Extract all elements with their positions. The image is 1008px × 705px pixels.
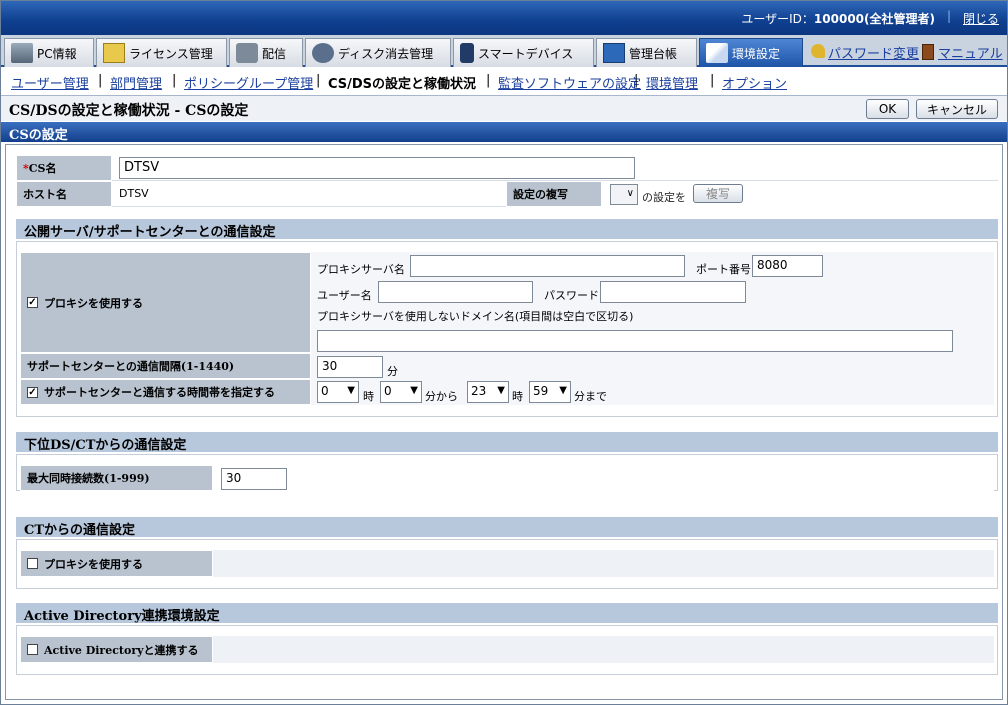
subnav-user-mgmt[interactable]: ユーザー管理 — [11, 73, 89, 92]
ct-use-proxy-row: プロキシを使用する — [20, 550, 213, 577]
key-icon — [811, 44, 825, 58]
password-change-link[interactable]: パスワード変更 — [828, 43, 919, 62]
sub-navigation: ユーザー管理 | 部門管理 | ポリシーグループ管理 | CS/DSの設定と稼働… — [11, 73, 788, 92]
page-title: CS/DSの設定と稼働状況 - CSの設定 — [9, 103, 249, 119]
proxy-server-input[interactable] — [410, 255, 685, 277]
ct-section-title: CTからの通信設定 — [16, 517, 998, 538]
smartphone-icon — [460, 43, 474, 63]
host-name-label: ホスト名 — [16, 181, 112, 207]
proxy-user-input[interactable] — [378, 281, 533, 303]
subnav-options[interactable]: オプション — [722, 73, 787, 92]
logout-link[interactable]: 閉じる — [963, 10, 999, 27]
subnav-dept-mgmt[interactable]: 部門管理 — [110, 73, 162, 92]
ad-link-row: Active Directoryと連携する — [20, 636, 213, 663]
cs-name-label: * CS名 — [16, 155, 112, 181]
tab-smart-device[interactable]: スマートデバイス — [453, 38, 594, 67]
from-minute-select[interactable]: 0 ▼ — [380, 381, 422, 403]
tab-license[interactable]: ライセンス管理 — [96, 38, 227, 67]
manual-icon — [922, 44, 934, 60]
distribution-icon — [236, 43, 258, 63]
proxy-password-input[interactable] — [600, 281, 746, 303]
public-server-section-title: 公開サーバ/サポートセンターとの通信設定 — [16, 219, 998, 240]
from-hour-select[interactable]: 0 ▼ — [317, 381, 359, 403]
ad-link-checkbox[interactable] — [27, 644, 38, 655]
manual-link[interactable]: マニュアル — [938, 43, 1003, 62]
ledger-icon — [603, 43, 625, 63]
tab-environment[interactable]: 環境設定 — [699, 38, 803, 67]
host-name-value: DTSV — [119, 187, 149, 200]
chevron-down-icon: ▼ — [497, 385, 505, 396]
to-minute-select[interactable]: 59 ▼ — [529, 381, 571, 403]
app-window: ユーザーID：100000(全社管理者) | 閉じる PC情報 ライセンス管理 … — [0, 0, 1008, 705]
cancel-button[interactable]: キャンセル — [916, 99, 998, 119]
use-proxy-checkbox[interactable]: ✓ — [27, 297, 38, 308]
to-hour-select[interactable]: 23 ▼ — [467, 381, 509, 403]
disk-icon — [312, 43, 334, 63]
tab-distribution[interactable]: 配信 — [229, 38, 303, 67]
copy-source-select[interactable]: ∨ — [610, 184, 638, 205]
chevron-down-icon: ∨ — [626, 188, 634, 199]
copy-button[interactable]: 複写 — [693, 184, 743, 203]
max-connections-label: 最大同時接続数(1-999) — [20, 465, 213, 491]
timeband-checkbox[interactable]: ✓ — [27, 386, 38, 398]
copy-settings-label: 設定の複写 — [506, 181, 602, 207]
tab-disk-erase[interactable]: ディスク消去管理 — [305, 38, 451, 67]
chevron-down-icon: ▼ — [347, 385, 355, 396]
chevron-down-icon: ▼ — [410, 385, 418, 396]
pc-icon — [11, 43, 33, 63]
proxy-port-input[interactable]: 8080 — [752, 255, 823, 277]
interval-label: サポートセンターとの通信間隔(1-1440) — [20, 353, 311, 379]
tools-icon — [706, 43, 728, 63]
interval-input[interactable]: 30 — [317, 356, 383, 378]
tab-pc-info[interactable]: PC情報 — [4, 38, 94, 67]
subnav-policy-group[interactable]: ポリシーグループ管理 — [184, 73, 313, 92]
ad-section-title: Active Directory連携環境設定 — [16, 603, 998, 624]
lower-dsct-section-title: 下位DS/CTからの通信設定 — [16, 432, 998, 453]
use-proxy-row: ✓ プロキシを使用する — [20, 252, 311, 353]
page-title-row: CS/DSの設定と稼働状況 - CSの設定 OK キャンセル — [1, 95, 1007, 121]
subnav-csds-current: CS/DSの設定と稼働状況 — [328, 77, 477, 92]
cs-name-input[interactable]: DTSV — [119, 157, 635, 179]
max-connections-input[interactable]: 30 — [221, 468, 287, 490]
user-id: ユーザーID：100000(全社管理者) — [741, 12, 935, 26]
subnav-env-mgmt[interactable]: 環境管理 — [646, 73, 698, 92]
timeband-row: ✓ サポートセンターと通信する時間帯を指定する — [20, 379, 311, 405]
settings-panel: * CS名 DTSV ホスト名 DTSV 設定の複写 ∨ の設定を 複写 公開サー… — [5, 144, 1003, 700]
top-bar: ユーザーID：100000(全社管理者) | 閉じる — [1, 1, 1007, 35]
no-proxy-domains-input[interactable] — [317, 330, 953, 352]
license-icon — [103, 43, 125, 63]
subnav-audit-software[interactable]: 監査ソフトウェアの設定 — [498, 73, 641, 92]
chevron-down-icon: ▼ — [559, 385, 567, 396]
ct-use-proxy-checkbox[interactable] — [27, 558, 38, 569]
ok-button[interactable]: OK — [866, 99, 909, 119]
section-header-cs-settings: CSの設定 — [1, 122, 1007, 143]
tab-ledger[interactable]: 管理台帳 — [596, 38, 697, 67]
